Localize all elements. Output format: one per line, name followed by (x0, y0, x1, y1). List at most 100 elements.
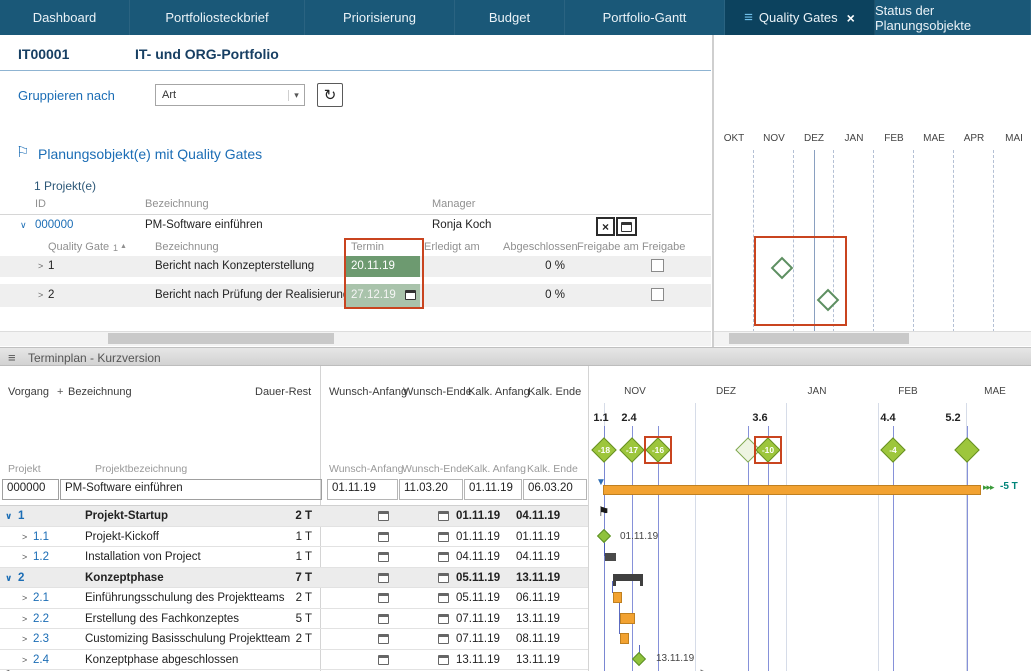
expand-toggle-icon[interactable]: > (22, 655, 27, 665)
project-kalk-ende[interactable]: 06.03.20 (523, 479, 587, 500)
scrollbar-thumb[interactable] (729, 333, 909, 344)
calendar-icon[interactable] (378, 573, 389, 583)
task-row[interactable]: ∨ 2 Konzeptphase 7 T 05.11.19 13.11.19 (0, 568, 588, 589)
col-header-wunsch-ende[interactable]: Wunsch-Ende (403, 386, 472, 398)
col-header-kalk-ende[interactable]: Kalk. Ende (528, 386, 581, 398)
task-row[interactable]: > 2.3 Customizing Basisschulung Projektt… (0, 629, 588, 650)
col-header-vorgang[interactable]: Vorgang (8, 386, 49, 398)
task-bar[interactable] (620, 633, 629, 644)
col-header-quality-gate[interactable]: Quality Gate (48, 241, 109, 253)
calendar-icon[interactable] (438, 511, 449, 521)
project-name-field[interactable]: PM-Software einführen (60, 479, 322, 500)
calendar-icon[interactable] (378, 634, 389, 644)
col-header-projektbezeichnung[interactable]: Projektbezeichnung (95, 463, 187, 475)
col-header-kalk-ende[interactable]: Kalk. Ende (527, 463, 578, 475)
gate-countdown-milestone[interactable]: -4 (881, 438, 905, 462)
task-id[interactable]: 2.4 (33, 654, 49, 666)
group-by-select[interactable]: Art ▾ (155, 84, 305, 106)
gate-countdown-milestone[interactable]: -17 (620, 438, 644, 462)
calendar-icon[interactable] (438, 593, 449, 603)
close-tab-icon[interactable]: × (847, 10, 855, 26)
task-milestone-diamond[interactable] (632, 652, 646, 666)
task-row[interactable]: > 2.4 Konzeptphase abgeschlossen 13.11.1… (0, 650, 588, 671)
calendar-icon[interactable] (438, 655, 449, 665)
col-header-freigabe-am[interactable]: Freigabe am (577, 241, 639, 253)
col-header-freigabe[interactable]: Freigabe (642, 241, 685, 253)
gate-countdown-milestone[interactable] (955, 438, 979, 462)
scroll-right-icon[interactable]: ► (699, 667, 707, 671)
freigabe-checkbox[interactable] (651, 288, 664, 301)
calendar-icon[interactable] (438, 634, 449, 644)
task-bar[interactable] (613, 592, 622, 603)
tab-priorisierung[interactable]: Priorisierung (305, 0, 455, 35)
expand-toggle-icon[interactable]: > (22, 614, 27, 624)
calendar-icon[interactable] (378, 593, 389, 603)
project-wunsch-anfang[interactable]: 01.11.19 (327, 479, 398, 500)
expand-toggle-icon[interactable]: ∨ (20, 220, 27, 231)
task-bar[interactable] (605, 553, 616, 561)
hamburger-menu-icon[interactable]: ≡ (744, 9, 753, 26)
task-id[interactable]: 2.1 (33, 592, 49, 604)
task-id[interactable]: 1.1 (33, 531, 49, 543)
expand-all-icon[interactable]: + (57, 386, 63, 398)
refresh-button[interactable]: ↻ (317, 83, 343, 107)
gate-countdown-milestone[interactable]: -18 (592, 438, 616, 462)
tab-portfoliosteckbrief[interactable]: Portfoliosteckbrief (130, 0, 305, 35)
calendar-icon[interactable] (378, 511, 389, 521)
calendar-icon[interactable] (438, 552, 449, 562)
col-header-gate-bezeichnung[interactable]: Bezeichnung (155, 241, 219, 253)
task-id[interactable]: 2.2 (33, 613, 49, 625)
project-kalk-anfang[interactable]: 01.11.19 (464, 479, 522, 500)
calendar-icon[interactable] (438, 614, 449, 624)
task-bar[interactable] (620, 613, 635, 624)
expand-toggle-icon[interactable]: ∨ (5, 573, 12, 584)
calendar-icon[interactable] (438, 573, 449, 583)
calendar-icon[interactable] (378, 532, 389, 542)
expand-toggle-icon[interactable]: ∨ (5, 511, 12, 522)
project-row[interactable]: ∨ 000000 PM-Software einführen Ronja Koc… (0, 216, 711, 237)
task-row[interactable]: > 2.1 Einführungsschulung des Projekttea… (0, 588, 588, 609)
calendar-icon[interactable] (378, 552, 389, 562)
expand-toggle-icon[interactable]: > (38, 290, 43, 300)
horizontal-scrollbar[interactable]: ◄ ► (0, 331, 711, 346)
expand-toggle-icon[interactable]: > (38, 261, 43, 271)
task-id[interactable]: 2 (18, 572, 24, 584)
task-row[interactable]: > 1.1 Projekt-Kickoff 1 T 01.11.19 01.11… (0, 527, 588, 548)
project-id-field[interactable]: 000000 (2, 479, 59, 500)
tab-status-der-planungsobjekte[interactable]: Status der Planungsobjekte (875, 0, 1031, 35)
task-milestone-diamond[interactable] (597, 529, 611, 543)
calendar-button[interactable] (616, 217, 637, 236)
phase-summary-bar[interactable] (613, 574, 643, 586)
freigabe-checkbox[interactable] (651, 259, 664, 272)
task-id[interactable]: 2.3 (33, 633, 49, 645)
calendar-icon[interactable] (438, 532, 449, 542)
col-header-id[interactable]: ID (35, 198, 46, 210)
scrollbar-thumb[interactable] (108, 333, 334, 344)
project-summary-bar[interactable] (603, 485, 981, 495)
col-header-kalk-anfang[interactable]: Kalk. Anfang (468, 386, 530, 398)
col-header-abgeschlossen[interactable]: Abgeschlossen (503, 241, 578, 253)
tab-portfolio-gantt[interactable]: Portfolio-Gantt (565, 0, 725, 35)
task-id[interactable]: 1 (18, 510, 24, 522)
expand-toggle-icon[interactable]: > (22, 593, 27, 603)
clear-button[interactable]: × (596, 217, 615, 236)
calendar-icon[interactable] (378, 655, 389, 665)
expand-toggle-icon[interactable]: > (22, 532, 27, 542)
calendar-icon[interactable] (378, 614, 389, 624)
project-wunsch-ende[interactable]: 11.03.20 (399, 479, 463, 500)
expand-toggle-icon[interactable]: > (22, 552, 27, 562)
col-header-erledigt-am[interactable]: Erledigt am (424, 241, 480, 253)
col-header-wunsch-anfang[interactable]: Wunsch-Anfang (329, 386, 407, 398)
task-row[interactable]: ∨ 1 Projekt-Startup 2 T 01.11.19 04.11.1… (0, 506, 588, 527)
expand-toggle-icon[interactable]: > (22, 634, 27, 644)
col-header-manager[interactable]: Manager (432, 198, 475, 210)
col-header-projekt[interactable]: Projekt (8, 463, 41, 475)
task-id[interactable]: 1.2 (33, 551, 49, 563)
tab-dashboard[interactable]: Dashboard (0, 0, 130, 35)
tab-budget[interactable]: Budget (455, 0, 565, 35)
task-row[interactable]: > 2.2 Erstellung des Fachkonzeptes 5 T 0… (0, 609, 588, 630)
task-row[interactable]: > 1.2 Installation von Project 1 T 04.11… (0, 547, 588, 568)
col-header-kalk-anfang[interactable]: Kalk. Anfang (467, 463, 526, 475)
col-header-wunsch-anfang[interactable]: Wunsch-Anfang (329, 463, 404, 475)
flag-milestone-icon[interactable]: ⚑ (598, 504, 610, 520)
